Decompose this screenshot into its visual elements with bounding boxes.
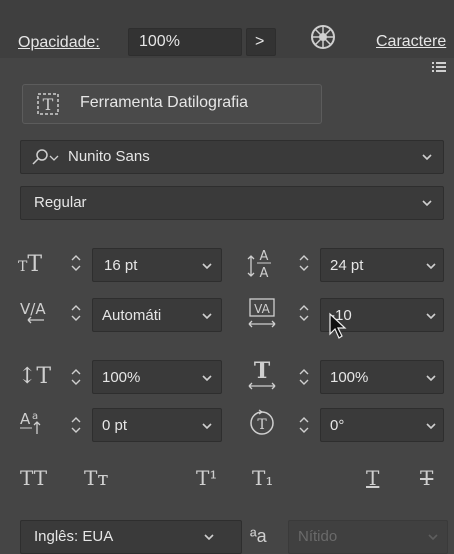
kerning-stepper[interactable] — [70, 302, 82, 329]
svg-text:A: A — [20, 410, 31, 428]
language-value: Inglês: EUA — [34, 528, 114, 545]
font-size-value: 16 pt — [104, 257, 138, 274]
baseline-shift-stepper[interactable] — [70, 414, 82, 441]
svg-text:A: A — [260, 249, 269, 264]
panel-menu-icon[interactable] — [432, 60, 446, 72]
leading-icon: AA — [246, 246, 276, 282]
leading-value: 24 pt — [330, 257, 364, 274]
opacity-label: Opacidade: — [18, 34, 100, 51]
antialias-value: Nítido — [298, 528, 338, 545]
chevron-down-icon — [202, 530, 216, 549]
font-size-stepper[interactable] — [70, 252, 82, 279]
chevron-down-icon — [424, 419, 438, 438]
tracking-stepper[interactable] — [298, 302, 310, 329]
kerning-value: Automáti — [102, 307, 162, 324]
baseline-shift-value: 0 pt — [102, 417, 128, 434]
chevron-down-icon — [200, 309, 214, 328]
chevron-down-icon — [424, 259, 438, 278]
rotation-value: 0° — [330, 417, 345, 434]
small-caps-button[interactable]: Tᴛ — [84, 468, 108, 488]
mouse-cursor-icon — [328, 312, 348, 342]
color-wheel-icon[interactable] — [310, 24, 336, 50]
rotation-icon: T — [248, 408, 278, 438]
svg-text:VA: VA — [254, 302, 270, 316]
superscript-button[interactable]: T¹ — [196, 468, 217, 488]
vertical-scale-value: 100% — [102, 369, 141, 386]
chevron-down-icon — [200, 419, 214, 438]
baseline-shift-icon: Aa — [18, 408, 52, 438]
font-family-value: Nunito Sans — [68, 148, 150, 165]
svg-text:V/A: V/A — [20, 300, 46, 318]
chevron-down-icon — [420, 150, 434, 169]
chevron-down-icon — [420, 196, 434, 215]
all-caps-button[interactable]: TT — [20, 468, 47, 488]
chevron-down-icon — [424, 371, 438, 390]
horizontal-scale-icon: T — [246, 358, 280, 394]
type-tool-label: Ferramenta Datilografia — [80, 94, 249, 111]
leading-stepper[interactable] — [298, 252, 310, 279]
svg-text:A: A — [260, 266, 269, 281]
panel-title-tab[interactable]: Caractere — [376, 33, 446, 51]
horizontal-scale-stepper[interactable] — [298, 366, 310, 393]
vertical-scale-stepper[interactable] — [70, 366, 82, 393]
font-size-icon: TT — [18, 252, 43, 277]
arrow-right-icon: > — [255, 33, 265, 50]
chevron-down-icon — [426, 530, 440, 549]
kerning-icon: V/A — [18, 298, 52, 328]
svg-text:T: T — [43, 95, 54, 114]
subscript-button[interactable]: T₁ — [252, 468, 273, 488]
type-tool-icon: T — [36, 92, 60, 116]
opacity-value: 100% — [139, 33, 180, 50]
svg-text:a: a — [32, 411, 38, 422]
font-style-value: Regular — [34, 194, 87, 211]
tracking-icon: VA — [246, 296, 280, 332]
rotation-stepper[interactable] — [298, 414, 310, 441]
chevron-down-icon — [424, 309, 438, 328]
svg-text:T: T — [254, 358, 271, 384]
search-icon — [30, 148, 60, 166]
antialias-icon: ªa — [250, 526, 267, 546]
chevron-down-icon — [200, 371, 214, 390]
horizontal-scale-value: 100% — [330, 369, 369, 386]
svg-text:T: T — [257, 417, 267, 433]
vertical-scale-icon: ↕T — [18, 364, 52, 389]
underline-button[interactable]: T — [366, 468, 379, 488]
strikethrough-button[interactable]: T — [420, 468, 433, 488]
chevron-down-icon — [200, 259, 214, 278]
